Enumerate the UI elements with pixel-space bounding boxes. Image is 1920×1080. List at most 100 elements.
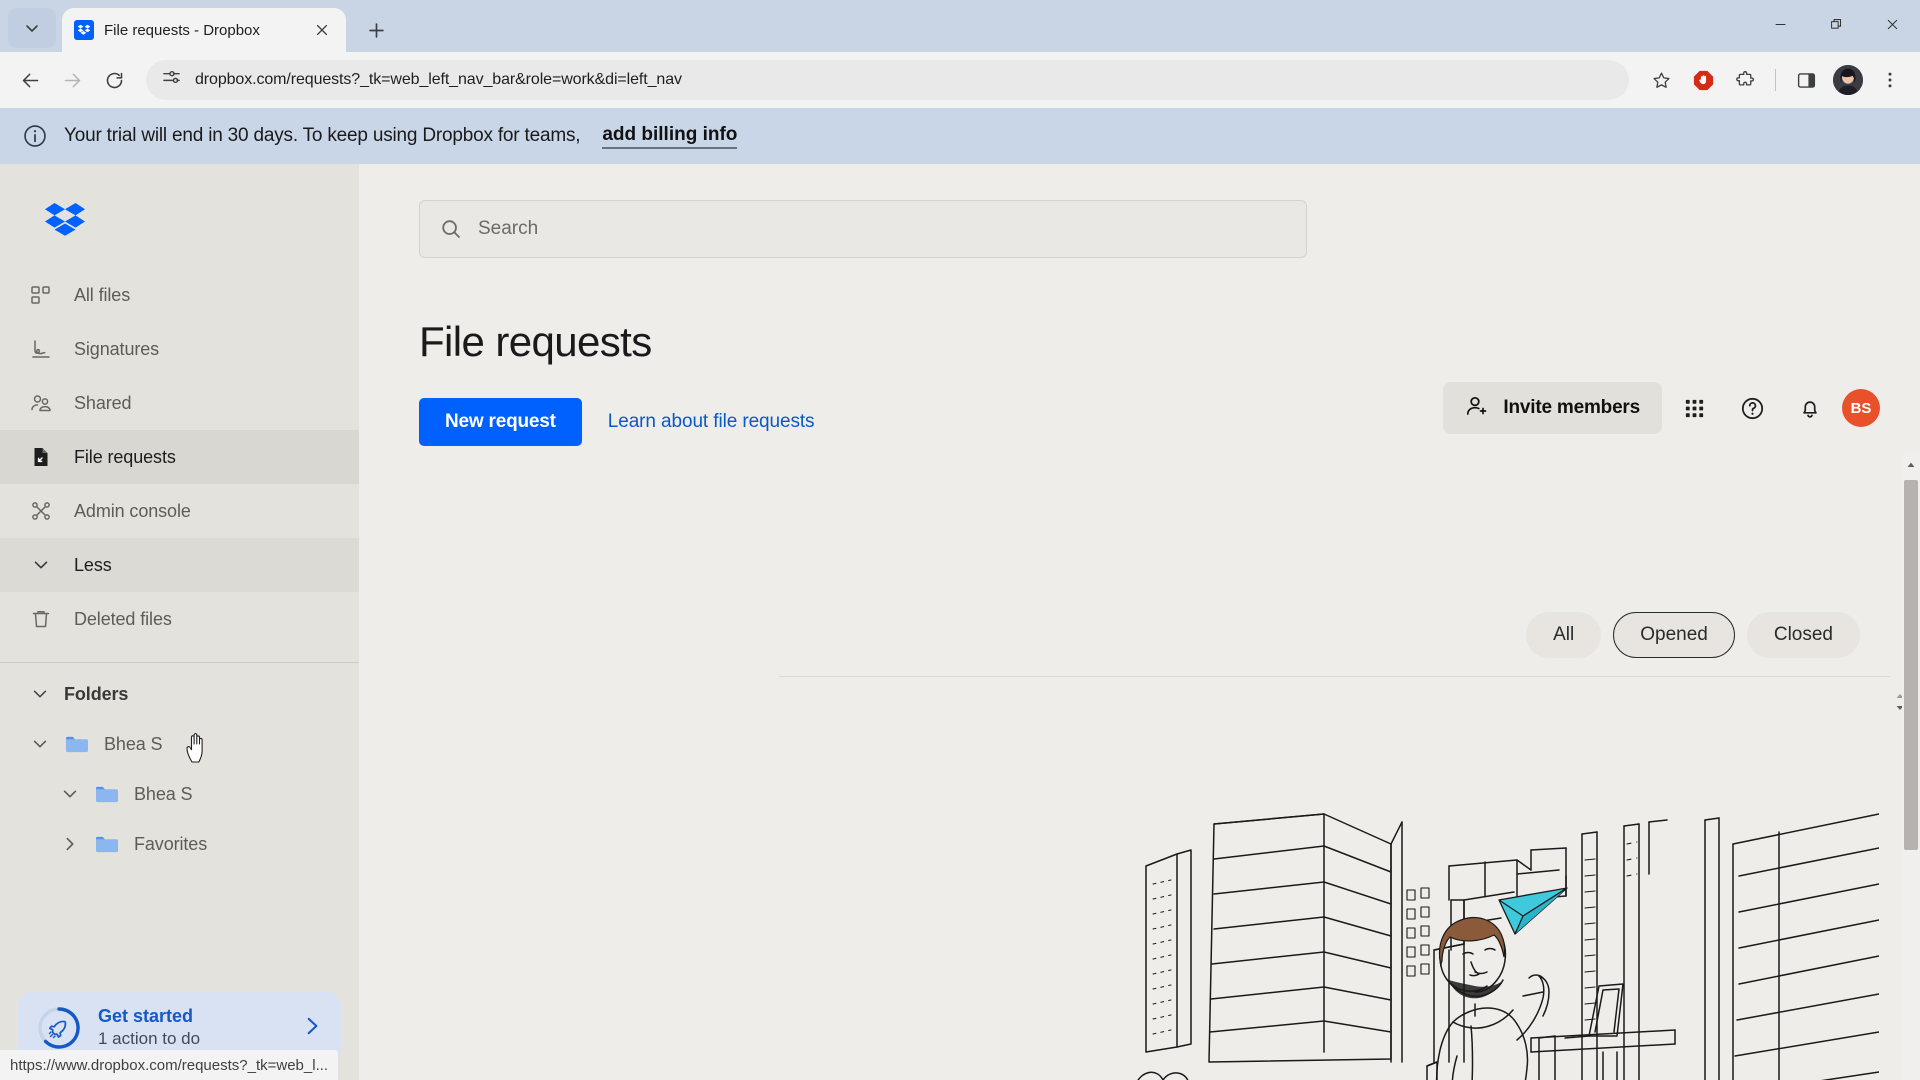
browser-toolbar: dropbox.com/requests?_tk=web_left_nav_ba… [0,52,1920,108]
sidebar-item-deleted-files[interactable]: Deleted files [0,592,359,646]
address-bar[interactable]: dropbox.com/requests?_tk=web_left_nav_ba… [146,60,1629,100]
avatar[interactable]: BS [1842,389,1880,427]
folder-label: Favorites [134,833,208,854]
profile-avatar[interactable] [1828,60,1868,100]
folders-header-label: Folders [64,683,129,704]
reload-icon[interactable] [94,60,134,100]
sidebar-divider [0,662,359,663]
sidebar-item-admin-console[interactable]: Admin console [0,484,359,538]
adblock-icon[interactable] [1683,60,1723,100]
dropbox-logo[interactable] [0,164,359,268]
file-requests-icon [30,446,52,468]
trial-message: Your trial will end in 30 days. To keep … [64,125,581,146]
sidebar-item-label: Shared [74,392,132,413]
sidebar-item-signatures[interactable]: Signatures [0,322,359,376]
new-request-button[interactable]: New request [419,398,582,446]
folder-item[interactable]: Bhea S [0,769,359,819]
info-icon [22,123,48,149]
chevron-right-icon[interactable] [301,1015,323,1042]
search-placeholder: Search [478,218,539,239]
rocket-icon [36,1005,82,1051]
sidebar-item-label: Less [74,554,112,575]
chevron-down-icon [30,554,52,576]
add-billing-info-link[interactable]: add billing info [602,124,738,149]
section-divider [779,676,1890,677]
toolbar-divider [1775,69,1776,91]
folder-item[interactable]: Bhea S [0,719,359,769]
scrollbar-thumb[interactable] [1904,480,1918,850]
sidebar-item-shared[interactable]: Shared [0,376,359,430]
close-tab-icon[interactable] [310,18,334,42]
folder-icon [94,833,120,855]
site-settings-icon[interactable] [162,68,181,92]
side-panel-icon[interactable] [1786,60,1826,100]
sidebar-item-label: Deleted files [74,608,172,629]
folders-header[interactable]: Folders [0,669,359,719]
chevron-right-icon[interactable] [60,834,80,854]
invite-members-button[interactable]: Invite members [1443,382,1662,434]
sidebar-item-label: File requests [74,446,176,467]
filter-pills: All Opened Closed [1526,612,1860,658]
trial-banner: Your trial will end in 30 days. To keep … [0,108,1920,164]
sidebar-folders: Folders Bhea S Bhea S Favorites [0,669,359,992]
tab-strip: File requests - Dropbox [0,0,1920,52]
page-title: File requests [419,318,652,365]
folder-item[interactable]: Favorites [0,819,359,869]
extensions-icon[interactable] [1725,60,1765,100]
app-body: All files Signatures Shared File request… [0,164,1920,1080]
folder-label: Bhea S [104,733,163,754]
forward-arrow-icon[interactable] [52,60,92,100]
sidebar-item-label: All files [74,284,131,305]
filter-pill-opened[interactable]: Opened [1613,612,1735,658]
trash-icon [30,608,52,630]
header-actions: Invite members BS [1443,382,1880,434]
shared-icon [30,392,52,414]
learn-about-file-requests-link[interactable]: Learn about file requests [608,411,815,433]
tab-search-icon[interactable] [8,8,56,48]
dropbox-favicon-icon [74,20,94,40]
page-viewport: Your trial will end in 30 days. To keep … [0,108,1920,1080]
window-controls [1752,0,1920,48]
filter-pill-closed[interactable]: Closed [1746,612,1860,658]
status-bar: https://www.dropbox.com/requests?_tk=web… [0,1050,339,1080]
browser-window: File requests - Dropbox dropbox.com/requ… [0,0,1920,1080]
new-tab-icon[interactable] [358,12,394,48]
folder-label: Bhea S [134,783,193,804]
sidebar-item-label: Signatures [74,338,160,359]
invite-member-icon [1465,394,1489,423]
search-icon [440,218,462,240]
man-with-paper-plane-illustration [1119,804,1879,1080]
chevron-down-icon[interactable] [60,784,80,804]
bookmark-star-icon[interactable] [1641,60,1681,100]
scroll-up-arrow-icon[interactable] [1902,456,1920,474]
chevron-down-icon [30,684,50,704]
chevron-down-icon[interactable] [30,734,50,754]
get-started-title: Get started [98,1006,194,1027]
admin-console-icon [30,500,52,522]
main-content: Search Invite members BS File requests N… [359,164,1920,1080]
sidebar: All files Signatures Shared File request… [0,164,359,1080]
minimize-icon[interactable] [1752,0,1808,48]
sidebar-item-less[interactable]: Less [0,538,359,592]
folder-icon [64,733,90,755]
close-window-icon[interactable] [1864,0,1920,48]
sidebar-item-all-files[interactable]: All files [0,268,359,322]
sidebar-item-label: Admin console [74,500,191,521]
content-scrollbar[interactable] [1902,454,1920,1080]
help-circle-icon[interactable] [1726,382,1778,434]
address-bar-url: dropbox.com/requests?_tk=web_left_nav_ba… [195,71,682,88]
browser-tab[interactable]: File requests - Dropbox [62,8,346,52]
chrome-menu-icon[interactable] [1870,60,1910,100]
back-arrow-icon[interactable] [10,60,50,100]
bell-icon[interactable] [1784,382,1836,434]
all-files-icon [30,284,52,306]
sidebar-item-file-requests[interactable]: File requests [0,430,359,484]
tab-title: File requests - Dropbox [104,21,260,39]
get-started-subtitle: 1 action to do [98,1028,201,1048]
filter-pill-all[interactable]: All [1526,612,1602,658]
restore-icon[interactable] [1808,0,1864,48]
signatures-icon [30,338,52,360]
invite-members-label: Invite members [1503,397,1640,418]
search-input[interactable]: Search [419,200,1307,258]
grid-apps-icon[interactable] [1668,382,1720,434]
